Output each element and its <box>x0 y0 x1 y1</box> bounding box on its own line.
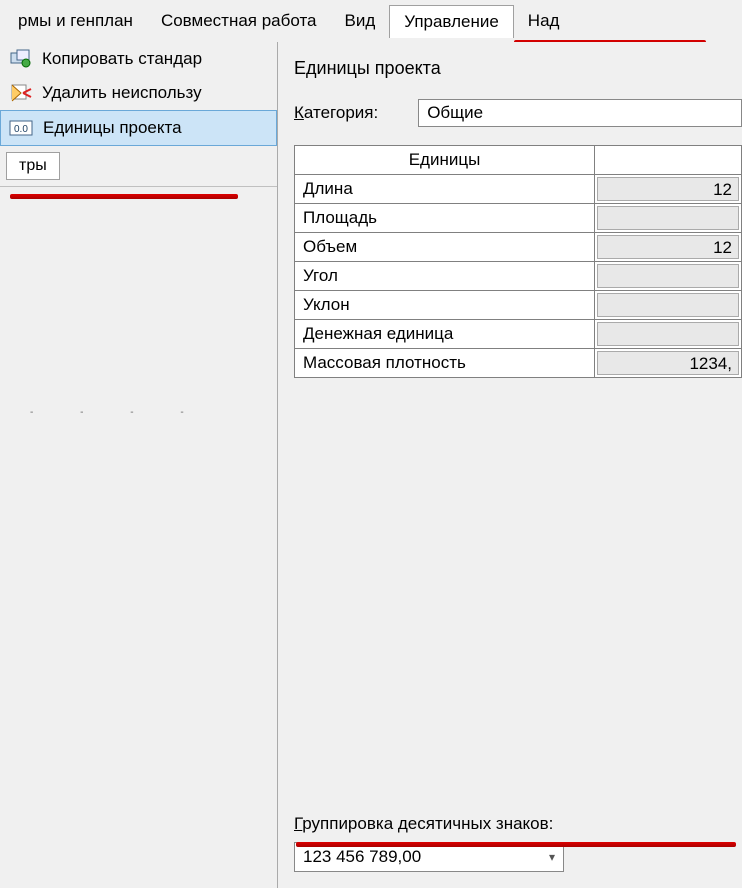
table-row: Угол <box>295 262 741 291</box>
grouping-label: Группировка десятичных знаков: <box>294 814 742 834</box>
copy-standards-button[interactable]: Копировать стандар <box>0 42 277 76</box>
unit-format-button[interactable]: 12 <box>597 235 739 259</box>
table-row: Денежная единица <box>295 320 741 349</box>
table-row: Массовая плотность 1234, <box>295 349 741 377</box>
svg-text:0.0: 0.0 <box>14 124 28 135</box>
grouping-section: Группировка десятичных знаков: 123 456 7… <box>294 534 742 872</box>
chevron-down-icon: ▾ <box>549 850 555 864</box>
panel-tab[interactable]: тры <box>6 152 60 180</box>
table-row: Уклон <box>295 291 741 320</box>
unit-name: Уклон <box>295 291 595 319</box>
unit-name: Угол <box>295 262 595 290</box>
unit-format-button[interactable] <box>597 264 739 288</box>
highlight-underline <box>296 842 736 847</box>
category-row: Категория: Общие <box>294 99 742 127</box>
menu-item-view[interactable]: Вид <box>331 5 390 37</box>
project-units-dialog: Единицы проекта Категория: Общие Единицы… <box>277 42 742 888</box>
unit-format-button[interactable] <box>597 293 739 317</box>
unit-format-button[interactable] <box>597 322 739 346</box>
main-layout: Копировать стандар Удалить неиспользу 0.… <box>0 42 742 888</box>
separator <box>0 186 277 187</box>
unit-name: Денежная единица <box>295 320 595 348</box>
menubar: рмы и генплан Совместная работа Вид Упра… <box>0 0 742 42</box>
unit-format-button[interactable]: 12 <box>597 177 739 201</box>
unit-name: Массовая плотность <box>295 349 595 377</box>
units-table: Единицы Длина 12 Площадь Объем 12 Угол У… <box>294 145 742 378</box>
unit-format-button[interactable] <box>597 206 739 230</box>
table-row: Длина 12 <box>295 175 741 204</box>
dialog-title: Единицы проекта <box>294 58 742 79</box>
menu-item-collaborate[interactable]: Совместная работа <box>147 5 331 37</box>
unit-name: Площадь <box>295 204 595 232</box>
table-row: Площадь <box>295 204 741 233</box>
combo-value: 123 456 789,00 <box>303 847 421 867</box>
category-combo[interactable]: Общие <box>418 99 742 127</box>
panel-item-label: Копировать стандар <box>42 49 202 69</box>
menu-item-forms[interactable]: рмы и генплан <box>4 5 147 37</box>
unit-name: Длина <box>295 175 595 203</box>
combo-value: Общие <box>427 103 483 123</box>
project-units-button[interactable]: 0.0 Единицы проекта <box>0 110 277 146</box>
decorative-dots: - - - - <box>0 407 277 418</box>
panel-item-label: Удалить неиспользу <box>42 83 202 103</box>
unit-name: Объем <box>295 233 595 261</box>
category-label: Категория: <box>294 103 378 123</box>
purge-unused-icon <box>8 82 34 104</box>
project-units-icon: 0.0 <box>9 117 35 139</box>
menu-item-manage[interactable]: Управление <box>389 5 514 38</box>
table-row: Объем 12 <box>295 233 741 262</box>
unit-format-button[interactable]: 1234, <box>597 351 739 375</box>
column-header-units: Единицы <box>295 146 595 174</box>
ribbon-panel: Копировать стандар Удалить неиспользу 0.… <box>0 42 277 888</box>
highlight-underline <box>10 194 238 199</box>
menu-item-addins[interactable]: Над <box>514 5 574 37</box>
panel-item-label: Единицы проекта <box>43 118 182 138</box>
copy-standards-icon <box>8 48 34 70</box>
purge-unused-button[interactable]: Удалить неиспользу <box>0 76 277 110</box>
column-header-format <box>595 146 741 174</box>
table-header: Единицы <box>295 146 741 175</box>
